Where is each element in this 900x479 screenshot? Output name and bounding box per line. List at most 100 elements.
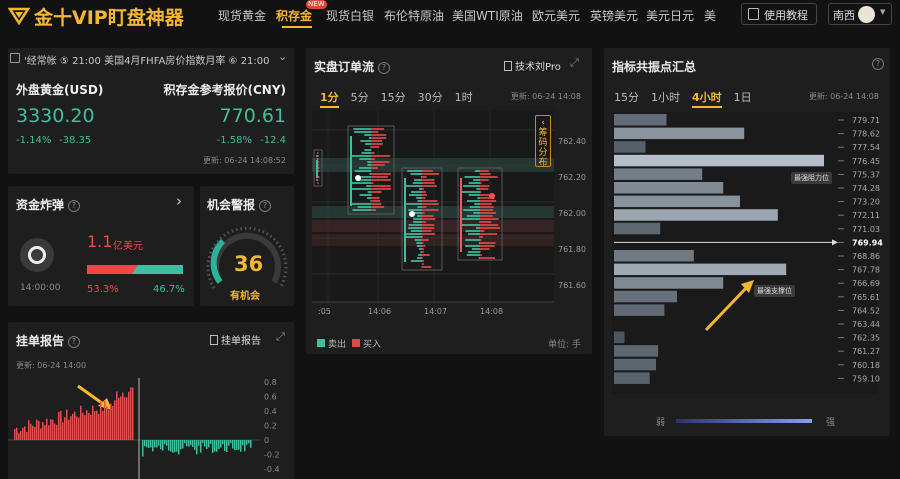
order-bar-buy xyxy=(32,425,34,440)
help-icon[interactable]: ? xyxy=(872,58,884,70)
buy-volume-bar xyxy=(371,131,379,133)
nav-item-wti[interactable]: 美国WTI原油 xyxy=(452,7,523,24)
chevron-right-icon[interactable]: › xyxy=(176,192,182,210)
order-bar-buy xyxy=(78,417,80,440)
tab-30min[interactable]: 30分 xyxy=(418,91,443,104)
tutorial-button[interactable]: 使用教程 xyxy=(741,3,817,25)
tutorial-icon xyxy=(748,8,759,20)
help-icon[interactable]: ? xyxy=(68,200,81,212)
sell-volume-bar xyxy=(351,155,371,157)
buy-volume-bar xyxy=(422,206,427,208)
candle-body xyxy=(350,136,352,206)
fund-ratio-bar xyxy=(87,265,183,274)
order-bar-sell xyxy=(236,440,238,450)
nav-item-spot-gold[interactable]: 现货黄金 xyxy=(218,7,266,24)
tab-1min[interactable]: 1分 xyxy=(320,91,339,108)
nav-item-eurusd[interactable]: 欧元美元 xyxy=(532,7,580,24)
tab-15min[interactable]: 15分 xyxy=(614,91,639,104)
nav-item-spot-silver[interactable]: 现货白银 xyxy=(326,7,374,24)
order-bar-buy xyxy=(70,416,72,440)
nav-item-usdjpy[interactable]: 美元日元 xyxy=(646,7,694,24)
buy-volume-bar xyxy=(371,155,391,157)
help-icon[interactable]: ? xyxy=(68,336,81,348)
resonance-bar[interactable] xyxy=(614,182,724,194)
sell-volume-bar xyxy=(468,233,480,235)
tab-1hour[interactable]: 1小时 xyxy=(651,91,680,104)
resonance-bar[interactable] xyxy=(614,290,677,303)
calendar-icon xyxy=(10,53,20,63)
tab-1hour[interactable]: 1时 xyxy=(455,91,473,104)
alert-value: 36 xyxy=(234,252,264,276)
sell-volume-bar xyxy=(417,257,422,259)
buy-volume-bar xyxy=(480,170,489,172)
buy-volume-bar xyxy=(480,203,492,205)
nav-item-brent[interactable]: 布伦特原油 xyxy=(384,7,444,24)
resonance-bar[interactable] xyxy=(614,168,703,180)
help-icon[interactable]: ? xyxy=(378,62,391,74)
resonance-bar[interactable] xyxy=(614,358,656,371)
orders-report-panel: 挂单报告? 挂单报告 ⤢ 更新: 06-24 14:00 0.8 0.6 0.4 0.… xyxy=(8,322,294,479)
resonance-bar[interactable] xyxy=(614,141,646,153)
nav-item-gbpusd[interactable]: 英镑美元 xyxy=(590,7,638,24)
expand-icon[interactable]: ⤢ xyxy=(276,330,285,344)
order-bar-sell xyxy=(168,440,170,451)
y-tick-label: 762.00 xyxy=(558,209,586,218)
sell-volume-bar xyxy=(466,215,480,217)
tab-4hour[interactable]: 4小时 xyxy=(692,91,722,108)
buy-volume-bar xyxy=(371,128,385,130)
buy-volume-bar xyxy=(371,206,385,208)
nav-item-more[interactable]: 美 xyxy=(704,7,718,24)
buy-volume-bar xyxy=(422,182,435,184)
buy-volume-bar xyxy=(371,161,390,163)
resonance-bar[interactable] xyxy=(614,127,745,140)
buy-volume-bar xyxy=(371,146,379,148)
tech-link[interactable]: 技术刘Pro xyxy=(504,58,561,73)
tab-1day[interactable]: 1日 xyxy=(734,91,752,104)
buy-volume-bar xyxy=(480,188,489,190)
buy-volume-bar xyxy=(422,215,434,217)
sell-volume-bar xyxy=(351,182,371,184)
nav-item-accumulation-gold[interactable]: 积存金 xyxy=(276,7,312,24)
resonance-bar[interactable] xyxy=(614,263,787,276)
order-bar-sell xyxy=(220,440,222,448)
buy-volume-bar xyxy=(422,218,436,220)
resonance-bar[interactable] xyxy=(614,372,650,384)
order-bar-sell xyxy=(154,440,156,448)
help-icon[interactable]: ? xyxy=(259,200,272,212)
tab-5min[interactable]: 5分 xyxy=(351,91,369,104)
buy-volume-bar xyxy=(422,194,427,196)
resonance-bar[interactable] xyxy=(614,209,778,221)
chip-distribution-toggle[interactable]: ‹ 筹 码 分 布 xyxy=(535,115,551,168)
resonance-bar[interactable] xyxy=(614,154,824,167)
order-bar-sell xyxy=(248,440,250,444)
order-bar-buy xyxy=(90,414,92,440)
orders-report-link[interactable]: 挂单报告 xyxy=(210,332,261,347)
resonance-bar[interactable] xyxy=(614,345,659,357)
resonance-bar[interactable] xyxy=(614,250,694,262)
level-label: 763.44 xyxy=(852,320,880,329)
resonance-bar[interactable] xyxy=(614,195,740,208)
fund-red-pct: 53.3% xyxy=(87,284,119,295)
orders-chart: 0.8 0.6 0.4 0.2 0 -0.2 -0.4 xyxy=(8,378,280,479)
sell-volume-bar xyxy=(408,194,422,196)
tab-15min[interactable]: 15分 xyxy=(381,91,406,104)
resonance-bar[interactable] xyxy=(614,277,724,289)
buy-volume-bar xyxy=(422,224,435,226)
expand-icon[interactable]: ⤢ xyxy=(570,56,579,70)
order-bar-buy xyxy=(126,397,128,440)
resonance-bar[interactable] xyxy=(614,331,625,344)
resonance-bar[interactable] xyxy=(614,114,667,126)
sell-volume-bar xyxy=(406,203,422,205)
y-tick-label: 0.6 xyxy=(264,393,277,402)
flow-timeframe-tabs: 1分 5分 15分 30分 1时 xyxy=(320,89,485,108)
order-bar-buy xyxy=(44,425,46,440)
sell-volume-bar xyxy=(407,170,422,172)
order-bar-sell xyxy=(240,440,242,452)
resonance-bar[interactable] xyxy=(614,304,665,316)
user-menu[interactable]: 南西 ▼ xyxy=(828,3,892,25)
resonance-bar[interactable] xyxy=(614,222,661,235)
chevron-down-icon[interactable]: ⌄ xyxy=(278,50,287,63)
buy-volume-bar xyxy=(371,188,392,190)
event-ticker[interactable]: '经常帐 ⑤ 21:00 美国4月FHFA房价指数月率 ⑥ 21:00 美国 xyxy=(24,52,270,67)
buy-volume-bar xyxy=(371,134,387,136)
